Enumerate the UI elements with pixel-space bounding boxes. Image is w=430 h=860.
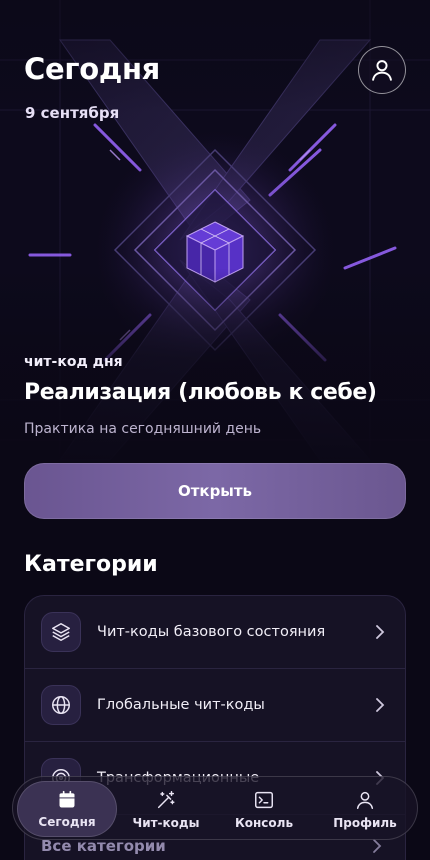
globe-icon <box>41 685 81 725</box>
calendar-icon <box>59 790 75 807</box>
category-label: Глобальные чит-коды <box>97 697 265 713</box>
bottom-navigation: Сегодня Чит-коды Консоль Профиль <box>12 776 418 840</box>
category-label: Чит-коды базового состояния <box>97 624 326 640</box>
chevron-right-icon <box>376 698 385 712</box>
cheat-of-day-subtitle: Практика на сегодняшний день <box>24 421 262 437</box>
nav-tab-console[interactable]: Консоль <box>217 781 311 837</box>
nav-label: Чит-коды <box>132 815 200 830</box>
layers-icon <box>41 612 81 652</box>
categories-heading: Категории <box>24 552 158 577</box>
nav-tab-cheat-codes[interactable]: Чит-коды <box>119 781 213 837</box>
terminal-icon <box>255 791 273 808</box>
nav-label: Консоль <box>234 815 294 830</box>
nav-tab-profile[interactable]: Профиль <box>315 781 415 837</box>
category-item-global[interactable]: Глобальные чит-коды <box>25 669 405 742</box>
nav-label: Профиль <box>333 815 397 830</box>
category-item-base-state[interactable]: Чит-коды базового состояния <box>25 596 405 669</box>
cheat-of-day-title: Реализация (любовь к себе) <box>24 380 377 405</box>
user-icon <box>356 791 374 809</box>
page-date: 9 сентября <box>25 104 120 122</box>
nav-tab-today[interactable]: Сегодня <box>17 781 117 837</box>
chevron-right-icon <box>373 839 382 853</box>
open-button[interactable]: Открыть <box>24 463 406 519</box>
magic-wand-icon <box>157 790 175 808</box>
cheat-of-day-label: чит-код дня <box>24 354 123 370</box>
profile-avatar-button[interactable] <box>358 46 406 94</box>
page-title: Сегодня <box>24 52 161 86</box>
user-icon <box>372 60 392 81</box>
nav-label: Сегодня <box>38 814 96 829</box>
chevron-right-icon <box>376 625 385 639</box>
